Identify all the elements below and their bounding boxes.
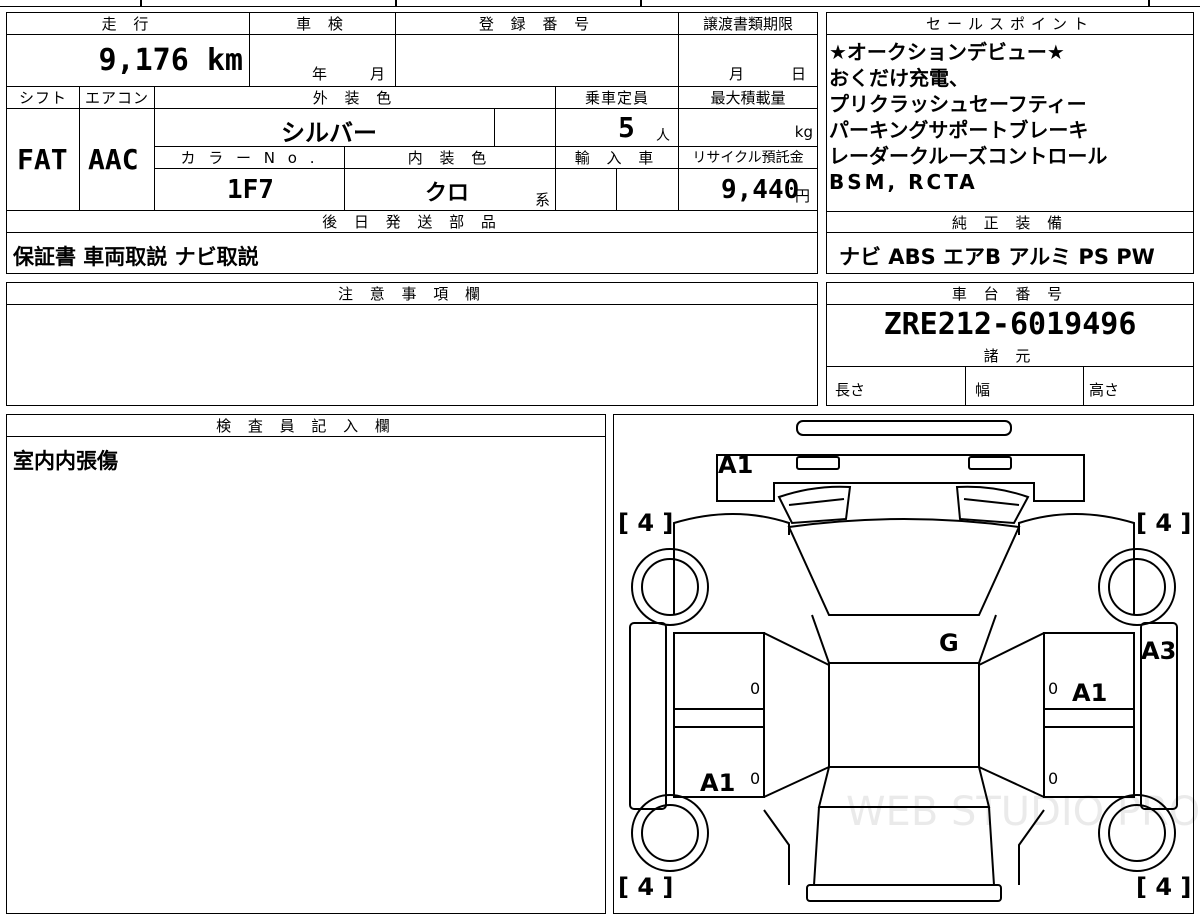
parts-cell: 保証書 車両取説 ナビ取説: [7, 233, 817, 273]
door-value: 0: [750, 679, 761, 698]
tire-depth-rear-left: [ 4 ]: [618, 873, 674, 901]
spec-height: 高さ: [1089, 381, 1120, 399]
recycle-cell: 9,440 円: [679, 169, 817, 211]
mileage-label: 走 行: [7, 13, 250, 35]
inspector-value: 室内内張傷: [13, 449, 118, 473]
color-no-label: カ ラ ー N o .: [155, 147, 345, 169]
import-label: 輸 入 車: [556, 147, 679, 169]
mileage-value: 9,176 km: [98, 43, 244, 78]
inspection-label: 車 検: [250, 13, 396, 35]
notes-label: 注 意 事 項 欄: [7, 283, 817, 305]
capacity-cell: 5 人: [556, 109, 679, 147]
spec-width: 幅: [975, 381, 991, 399]
sales-line: パーキングサポートブレーキ: [829, 118, 1089, 142]
sales-lines: ★オークションデビュー★ おくだけ充電、 プリクラッシュセーフティー パーキング…: [829, 39, 1107, 195]
door-value: 0: [1048, 679, 1059, 698]
transfer-cell: 月 日: [679, 35, 817, 87]
sales-line: レーダークルーズコントロール: [829, 144, 1108, 168]
inspector-box: 検 査 員 記 入 欄 室内内張傷: [6, 414, 606, 914]
tire-depth-front-left: [ 4 ]: [618, 509, 674, 537]
color-no-value: 1F7: [227, 175, 274, 205]
exterior-value: シルバー: [281, 119, 377, 147]
notes-box: 注 意 事 項 欄: [6, 282, 818, 406]
sales-line: おくだけ充電、: [829, 66, 969, 90]
tire-depth-front-right: [ 4 ]: [1136, 509, 1192, 537]
shift-value: FAT: [17, 143, 68, 176]
interior-label: 内 装 色: [345, 147, 556, 169]
interior-value: クロ: [425, 181, 470, 206]
door-value: 0: [1048, 769, 1059, 788]
color-no-cell: 1F7: [155, 169, 345, 211]
damage-mark: A3: [1141, 637, 1177, 665]
damage-mark: A1: [700, 769, 736, 797]
aircon-label: エアコン: [80, 87, 155, 109]
capacity-value: 5: [618, 111, 635, 144]
sales-line: BSM, RCTA: [829, 170, 978, 194]
chassis-value: ZRE212-6019496: [883, 307, 1137, 342]
damage-mark: A1: [718, 451, 754, 479]
sales-point-box: セールスポイント ★オークションデビュー★ おくだけ充電、 プリクラッシュセーフ…: [826, 12, 1194, 274]
damage-mark: A1: [1072, 679, 1108, 707]
watermark: WEB STUDIO PRO: [846, 789, 1200, 835]
equipment-label: 純 正 装 備: [827, 211, 1193, 233]
sales-label: セールスポイント: [827, 13, 1193, 35]
inspector-label: 検 査 員 記 入 欄: [7, 415, 605, 437]
vehicle-info-table: 走 行 車 検 登 録 番 号 譲渡書類期限 9,176 km 年 月 月 日 …: [6, 12, 818, 274]
parts-label: 後 日 発 送 部 品: [7, 211, 817, 233]
recycle-label: リサイクル預託金: [679, 147, 817, 169]
shift-cell: FAT: [7, 109, 80, 211]
specs-label: 諸 元: [827, 345, 1193, 367]
interior-cell: クロ 系: [345, 169, 556, 211]
registration-label: 登 録 番 号: [396, 13, 679, 35]
sales-line: ★オークションデビュー★: [829, 40, 1065, 64]
top-strip: [0, 0, 1200, 7]
equipment-value: ナビ ABS エアB アルミ PS PW: [839, 245, 1155, 269]
tire-depth-rear-right: [ 4 ]: [1136, 873, 1192, 901]
chassis-box: 車 台 番 号 ZRE212-6019496 諸 元 長さ 幅 高さ: [826, 282, 1194, 406]
exterior-cell: シルバー: [155, 109, 495, 147]
capacity-label: 乗車定員: [556, 87, 679, 109]
transfer-label: 譲渡書類期限: [679, 13, 817, 35]
damage-mark: G: [939, 629, 959, 657]
exterior-label: 外 装 色: [155, 87, 556, 109]
inspection-cell: 年 月: [250, 35, 396, 87]
parts-value: 保証書 車両取説 ナビ取説: [13, 245, 259, 269]
door-value: 0: [750, 769, 761, 788]
load-cell: kg: [679, 109, 817, 147]
aircon-value: AAC: [88, 143, 139, 176]
car-diagram-box: A1 G A3 A1 A1 0 0 0 0 [ 4 ] [ 4 ] [ 4 ] …: [613, 414, 1200, 914]
max-load-label: 最大積載量: [679, 87, 817, 109]
mileage-cell: 9,176 km: [7, 35, 250, 87]
aircon-cell: AAC: [80, 109, 155, 211]
recycle-value: 9,440: [721, 175, 800, 205]
sales-line: プリクラッシュセーフティー: [829, 92, 1087, 116]
spec-length: 長さ: [835, 381, 866, 399]
shift-label: シフト: [7, 87, 80, 109]
registration-cell: [396, 35, 679, 87]
chassis-label: 車 台 番 号: [827, 283, 1193, 305]
